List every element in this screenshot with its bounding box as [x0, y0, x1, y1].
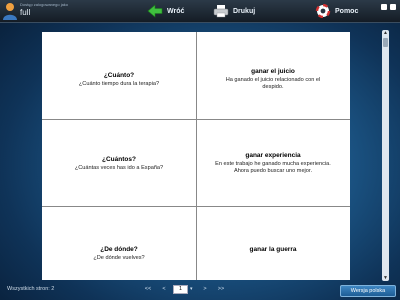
flashcard-example: ¿De dónde vuelves?: [93, 255, 145, 261]
next-page-button[interactable]: >: [198, 285, 212, 294]
close-button[interactable]: [390, 4, 396, 10]
page-select-icon[interactable]: ▾: [190, 285, 196, 294]
flashcard-page: ¿Cuánto? ¿Cuánto tiempo dura la terapia?…: [42, 32, 350, 280]
help-button-label: Pomoc: [335, 7, 359, 15]
window-controls: [381, 4, 396, 10]
flashcard-example: ¿Cuánto tiempo dura la terapia?: [78, 81, 160, 87]
page-number-input[interactable]: 1: [173, 285, 188, 294]
flashcard-heading: ganar la guerra: [249, 246, 297, 253]
flashcard: ganar la guerra: [196, 246, 350, 255]
flashcard-example: ¿Cuántas veces has ido a España?: [74, 165, 164, 171]
user-icon: [3, 3, 17, 20]
print-button[interactable]: Drukuj: [213, 3, 255, 19]
help-button[interactable]: Pomoc: [315, 3, 358, 19]
arrow-left-icon: [147, 4, 163, 18]
flashcard-heading: ¿Cuántos?: [102, 156, 136, 163]
pagination: << < 1 ▾ > >>: [141, 285, 228, 294]
flashcard-heading: ¿De dónde?: [100, 246, 138, 253]
row-divider: [42, 206, 350, 207]
back-button[interactable]: Wróć: [147, 3, 184, 19]
flashcard-heading: ganar el juicio: [251, 68, 295, 75]
scroll-down-icon[interactable]: ▼: [382, 275, 389, 281]
vertical-scrollbar[interactable]: ▲ ▼: [382, 30, 389, 281]
back-button-label: Wróć: [167, 7, 185, 15]
flashcard: ¿De dónde? ¿De dónde vuelves?: [42, 246, 196, 262]
top-toolbar: Dostęp zalogowanego jako full Wróć Druku…: [0, 0, 400, 23]
login-status-text: Dostęp zalogowanego jako: [20, 2, 69, 7]
flashcard-heading: ganar experiencia: [245, 152, 301, 159]
previous-page-button[interactable]: <: [157, 285, 171, 294]
flashcard: ganar experiencia En este trabajo he gan…: [196, 152, 350, 175]
flashcard-example: En este trabajo he ganado mucha experien…: [215, 161, 331, 174]
scrollbar-thumb[interactable]: [383, 38, 388, 47]
scroll-up-icon[interactable]: ▲: [382, 30, 389, 36]
lifebuoy-icon: [315, 4, 331, 18]
total-pages-label: Wszystkich stron: 2: [7, 286, 55, 292]
print-button-label: Drukuj: [233, 7, 256, 15]
flashcard: ¿Cuántos? ¿Cuántas veces has ido a Españ…: [42, 156, 196, 172]
last-page-button[interactable]: >>: [214, 285, 228, 294]
flashcard: ¿Cuánto? ¿Cuánto tiempo dura la terapia?: [42, 72, 196, 88]
flashcard-heading: ¿Cuánto?: [103, 72, 135, 79]
language-version-button[interactable]: Wersja polska: [340, 285, 396, 297]
minimize-button[interactable]: [381, 4, 387, 10]
first-page-button[interactable]: <<: [141, 285, 155, 294]
printer-icon: [213, 5, 229, 18]
user-name: full: [20, 8, 31, 17]
flashcard: ganar el juicio Ha ganado el juicio rela…: [196, 68, 350, 91]
flashcard-example: Ha ganado el juicio relacionado con el d…: [225, 77, 321, 90]
row-divider: [42, 119, 350, 120]
